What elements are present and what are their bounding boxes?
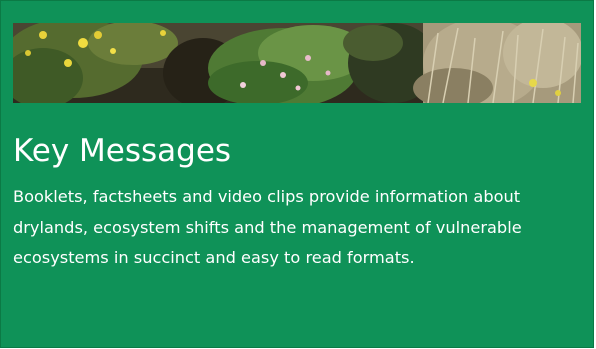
shrubland-photo-icon: [13, 23, 581, 103]
card-title: Key Messages: [13, 133, 232, 169]
card-description: Booklets, factsheets and video clips pro…: [13, 187, 522, 267]
key-messages-card[interactable]: Key Messages Booklets, factsheets and vi…: [0, 0, 594, 348]
banner-image[interactable]: [13, 23, 581, 103]
